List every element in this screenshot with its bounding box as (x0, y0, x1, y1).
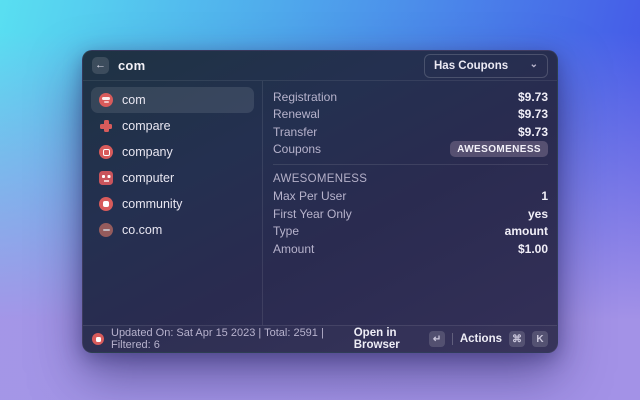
list-item-label: com (122, 93, 146, 107)
status-text: Updated On: Sat Apr 15 2023 | Total: 259… (111, 327, 324, 351)
row-value: amount (504, 224, 548, 239)
compare-favicon-icon (99, 119, 113, 133)
actions-menu-button[interactable]: Actions (460, 333, 502, 345)
status-bar: Updated On: Sat Apr 15 2023 | Total: 259… (83, 325, 557, 352)
row-label: First Year Only (273, 206, 352, 221)
row-value: $9.73 (517, 107, 548, 122)
row-label: Max Per User (273, 189, 347, 204)
return-key-icon: ↵ (429, 331, 446, 347)
detail-row-max-per-user: Max Per User 1 (273, 188, 548, 206)
list-item-co-com[interactable]: co.com (91, 217, 254, 243)
row-label: Type (273, 224, 300, 239)
footer-actions: Open in Browser ↵ Actions ⌘ K (354, 327, 548, 351)
row-value: 1 (541, 189, 548, 204)
list-item-compare[interactable]: compare (91, 113, 254, 139)
footer-separator (452, 333, 453, 345)
chevron-down-icon: ⌄ (529, 58, 538, 70)
coupon-badge: AWESOMENESS (450, 141, 548, 158)
co-com-favicon-icon (99, 223, 113, 237)
list-item-computer[interactable]: computer (91, 165, 254, 191)
window-header: ← com Has Coupons ⌄ (83, 51, 557, 81)
computer-favicon-icon (99, 171, 113, 185)
list-item-community[interactable]: community (91, 191, 254, 217)
page-title: com (118, 58, 146, 73)
list-item-label: company (122, 145, 173, 159)
k-key-icon: K (532, 331, 548, 347)
detail-row-amount: Amount $1.00 (273, 240, 548, 258)
com-favicon-icon (99, 93, 113, 107)
filter-dropdown-value: Has Coupons (434, 59, 509, 72)
coupon-section-title: AWESOMENESS (273, 172, 368, 185)
row-label: Renewal (273, 107, 320, 122)
detail-row-renewal: Renewal $9.73 (273, 106, 548, 124)
back-arrow-icon: ← (95, 59, 106, 71)
row-label: Transfer (273, 124, 318, 139)
detail-row-first-year-only: First Year Only yes (273, 205, 548, 223)
cmd-key-icon: ⌘ (509, 331, 525, 347)
back-button[interactable]: ← (92, 57, 109, 74)
window-body: com compare company computer community c… (83, 81, 557, 325)
row-value: yes (527, 206, 548, 221)
extension-icon (92, 333, 104, 345)
list-item-company[interactable]: company (91, 139, 254, 165)
detail-row-type: Type amount (273, 223, 548, 241)
row-value: $9.73 (517, 124, 548, 139)
list-item-label: community (122, 197, 183, 211)
row-label: Coupons (273, 142, 322, 157)
row-label: Amount (273, 241, 315, 256)
list-item-com[interactable]: com (91, 87, 254, 113)
app-window: ← com Has Coupons ⌄ com compare company (82, 50, 558, 353)
row-value: $9.73 (517, 89, 548, 104)
open-in-browser-button[interactable]: Open in Browser (354, 327, 422, 351)
filter-dropdown[interactable]: Has Coupons ⌄ (424, 53, 548, 78)
detail-row-transfer: Transfer $9.73 (273, 123, 548, 141)
section-divider (273, 164, 548, 165)
detail-row-coupons: Coupons AWESOMENESS (273, 141, 548, 159)
row-label: Registration (273, 89, 338, 104)
company-favicon-icon (99, 145, 113, 159)
list-item-label: co.com (122, 223, 163, 237)
community-favicon-icon (99, 197, 113, 211)
detail-panel: Registration $9.73 Renewal $9.73 Transfe… (263, 81, 557, 325)
list-item-label: computer (122, 171, 175, 185)
tld-list: com compare company computer community c… (83, 81, 263, 325)
list-item-label: compare (122, 119, 171, 133)
row-value: $1.00 (517, 241, 548, 256)
detail-row-registration: Registration $9.73 (273, 88, 548, 106)
